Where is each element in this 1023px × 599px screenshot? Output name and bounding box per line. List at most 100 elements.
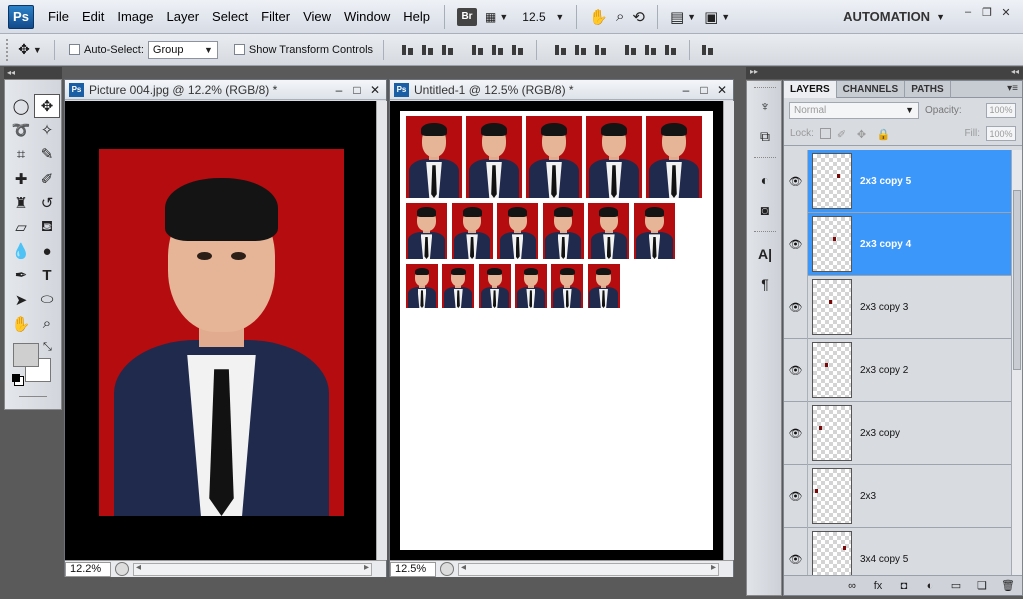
eraser-tool-icon[interactable]: ▱ (8, 215, 34, 239)
masks-panel-icon[interactable]: ◙ (753, 199, 777, 221)
opacity-field[interactable]: 100% (986, 102, 1016, 118)
layer-row[interactable]: 👁 2x3 copy 5 (784, 150, 1012, 213)
view-extras-button[interactable]: ▦ ▼ (481, 5, 512, 29)
close-document-button[interactable]: ✕ (368, 83, 382, 97)
align-bottom-icon[interactable] (440, 42, 456, 58)
document-tab[interactable]: Ps Picture 004.jpg @ 12.2% (RGB/8) * – □… (65, 80, 386, 100)
align-right-icon[interactable] (510, 42, 526, 58)
visibility-eye-icon[interactable]: 👁 (784, 401, 808, 465)
launch-bridge-button[interactable]: Br (453, 5, 481, 29)
default-colors-icon[interactable] (12, 374, 20, 382)
layer-row[interactable]: 👁 2x3 copy 4 (784, 212, 1012, 276)
menu-help[interactable]: Help (403, 9, 430, 24)
dodge-tool-icon[interactable]: ● (34, 239, 60, 263)
horizontal-scrollbar[interactable] (133, 562, 372, 576)
distribute-top-icon[interactable] (553, 42, 569, 58)
dock-grip[interactable] (754, 87, 776, 89)
move-tool-icon[interactable]: ✥ (34, 94, 60, 119)
layers-scrollbar[interactable] (1011, 150, 1022, 577)
menu-edit[interactable]: Edit (82, 9, 104, 24)
arrange-documents-button[interactable]: ▤ ▼ (666, 5, 700, 29)
paragraph-panel-icon[interactable]: ¶ (753, 273, 777, 295)
close-window-button[interactable]: ✕ (997, 6, 1015, 19)
brush-tool-icon[interactable]: ✐ (34, 167, 60, 191)
adjustments-panel-icon[interactable]: ◐ (753, 169, 777, 191)
distribute-bottom-icon[interactable] (593, 42, 609, 58)
visibility-eye-icon[interactable]: 👁 (784, 464, 808, 528)
menu-layer[interactable]: Layer (167, 9, 200, 24)
tab-paths[interactable]: PATHS (905, 81, 951, 98)
group-icon[interactable]: ▭ (948, 579, 964, 593)
clone-source-panel-icon[interactable]: ⧉ (753, 125, 777, 147)
minimize-window-button[interactable]: – (959, 6, 977, 18)
vertical-scrollbar[interactable] (723, 101, 734, 560)
healing-brush-tool-icon[interactable]: ✚ (8, 167, 34, 191)
blend-mode-dropdown[interactable]: Normal ▼ (789, 101, 919, 119)
type-tool-icon[interactable]: T (34, 263, 60, 287)
auto-select-checkbox[interactable]: Auto-Select: (69, 44, 144, 56)
layer-row[interactable]: 👁 2x3 copy 2 (784, 338, 1012, 402)
align-vertical-center-icon[interactable] (420, 42, 436, 58)
screen-mode-button[interactable]: ▣ ▼ (700, 5, 734, 29)
menu-file[interactable]: File (48, 9, 69, 24)
visibility-eye-icon[interactable]: 👁 (784, 150, 808, 213)
lock-position-icon[interactable]: ✥ (857, 128, 871, 141)
close-document-button[interactable]: ✕ (715, 83, 729, 97)
dock-grip[interactable] (754, 231, 776, 233)
foreground-color-swatch[interactable] (13, 343, 39, 367)
maximize-document-button[interactable]: □ (350, 83, 364, 97)
link-icon[interactable]: ∞ (844, 579, 860, 593)
menu-select[interactable]: Select (212, 9, 248, 24)
shape-tool-icon[interactable]: ⬭ (34, 288, 60, 312)
paint-bucket-tool-icon[interactable]: ⛾ (34, 215, 60, 239)
zoom-field[interactable]: 12.2% (65, 561, 111, 577)
visibility-eye-icon[interactable]: 👁 (784, 527, 808, 577)
layer-row[interactable]: 👁 2x3 copy 3 (784, 275, 1012, 339)
visibility-eye-icon[interactable]: 👁 (784, 338, 808, 402)
status-info-icon[interactable] (115, 562, 129, 576)
status-info-icon[interactable] (440, 562, 454, 576)
document-canvas[interactable] (390, 101, 723, 560)
hand-tool-icon[interactable]: ✋ (8, 312, 34, 336)
distribute-left-icon[interactable] (623, 42, 639, 58)
magic-wand-tool-icon[interactable]: ✧ (34, 118, 60, 142)
lasso-tool-icon[interactable]: ➰ (8, 118, 34, 142)
tool-preset-picker[interactable]: ✥ ▼ (12, 38, 48, 62)
dock-grip[interactable] (754, 157, 776, 159)
minimize-document-button[interactable]: – (679, 83, 693, 97)
trash-icon[interactable]: 🗑 (1000, 579, 1016, 593)
hand-tool-button[interactable]: ✋ (585, 5, 612, 29)
distribute-right-icon[interactable] (663, 42, 679, 58)
scrollbar-thumb[interactable] (1013, 190, 1021, 370)
auto-select-target-dropdown[interactable]: Group ▼ (147, 40, 218, 59)
maximize-document-button[interactable]: □ (697, 83, 711, 97)
zoom-tool-icon[interactable]: ⌕ (34, 312, 60, 336)
rotate-view-button[interactable]: ⟲ (628, 5, 649, 29)
crop-tool-icon[interactable]: ⌗ (8, 142, 34, 166)
zoom-level-dropdown[interactable]: 12.5 ▼ (512, 6, 568, 28)
panel-menu-icon[interactable]: ▾≡ (1007, 83, 1018, 94)
tab-channels[interactable]: CHANNELS (837, 81, 906, 98)
align-left-icon[interactable] (470, 42, 486, 58)
menu-filter[interactable]: Filter (261, 9, 290, 24)
zoom-tool-button[interactable]: ⌕ (612, 5, 628, 29)
lock-image-icon[interactable]: ✐ (837, 128, 851, 141)
auto-align-layers-icon[interactable] (700, 42, 716, 58)
menu-image[interactable]: Image (117, 9, 153, 24)
panel-dock-header[interactable]: ▸▸ ◂◂ (746, 67, 1023, 79)
lock-transparency-icon[interactable] (819, 128, 831, 139)
adjustment-icon[interactable]: ◐ (922, 579, 938, 593)
document-canvas[interactable] (65, 101, 376, 560)
align-top-icon[interactable] (400, 42, 416, 58)
eyedropper-tool-icon[interactable]: ✎ (34, 142, 60, 166)
document-tab[interactable]: Ps Untitled-1 @ 12.5% (RGB/8) * – □ ✕ (390, 80, 733, 100)
minimize-document-button[interactable]: – (332, 83, 346, 97)
tab-layers[interactable]: LAYERS (784, 81, 837, 98)
layer-row[interactable]: 👁 3x4 copy 5 (784, 527, 1012, 577)
clone-stamp-tool-icon[interactable]: ♜ (8, 191, 34, 215)
show-transform-controls-checkbox[interactable]: Show Transform Controls (233, 44, 373, 56)
distribute-horizontal-center-icon[interactable] (643, 42, 659, 58)
brushes-panel-icon[interactable]: ♆ (753, 95, 777, 117)
distribute-vertical-center-icon[interactable] (573, 42, 589, 58)
workspace-switcher[interactable]: AUTOMATION ▼ (843, 9, 945, 24)
